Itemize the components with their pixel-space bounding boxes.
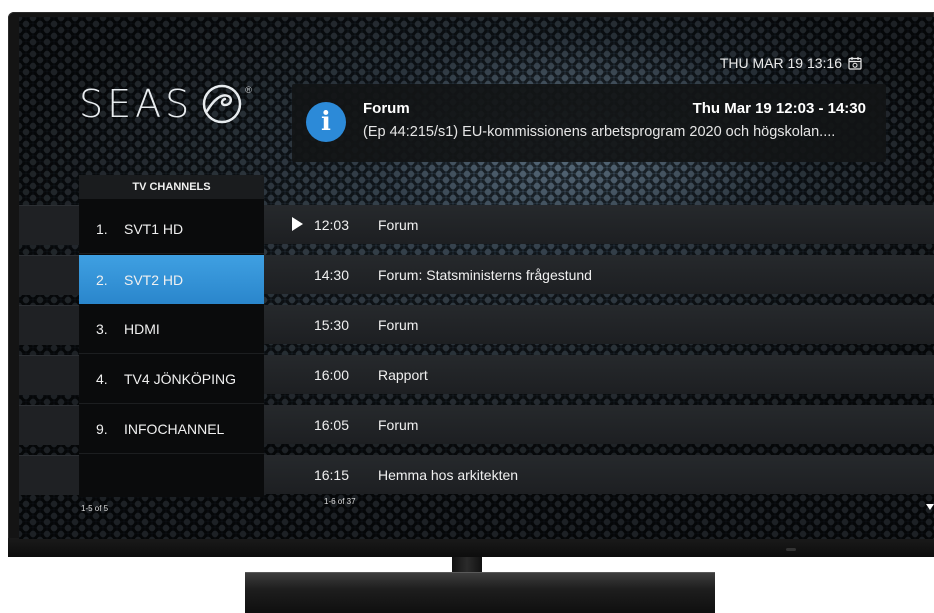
registered-mark: ® [245,85,252,95]
tv-screen: SEAS ® THU MAR 19 13:16 i Forum Thu Mar … [19,17,934,539]
row-stub [19,305,79,345]
info-icon: i [306,102,346,142]
row-stub [19,405,79,445]
info-program-title: Forum [363,100,410,117]
channel-number: 9. [96,421,108,437]
program-title: Rapport [378,367,428,383]
channel-name: TV4 JÖNKÖPING [124,371,237,387]
channel-item-tv4[interactable]: 4. TV4 JÖNKÖPING [79,355,264,404]
program-row[interactable]: 16:15 Hemma hos arkitekten [264,455,934,494]
clock-text: THU MAR 19 13:16 [719,55,842,71]
program-title: Forum [378,217,419,233]
program-time: 12:03 [313,217,350,233]
channel-item-infochannel[interactable]: 9. INFOCHANNEL [79,405,264,454]
row-stub [19,255,79,295]
tv-stand [245,572,715,613]
channel-number: 4. [96,371,108,387]
program-title: Forum [378,417,419,433]
logo-text: SEAS [79,82,194,126]
play-icon [292,217,303,231]
channel-item-hdmi[interactable]: 3. HDMI [79,305,264,354]
program-time: 15:30 [313,317,350,333]
channel-counter: 1-5 of 5 [81,504,109,513]
channel-name: SVT1 HD [124,221,184,237]
program-row[interactable]: 16:05 Forum [264,405,934,444]
program-time: 16:15 [313,467,350,483]
program-time: 14:30 [313,267,350,283]
calendar-icon [848,57,862,70]
row-stub [19,455,79,495]
channel-number: 1. [96,221,108,237]
program-title: Hemma hos arkitekten [378,467,519,483]
row-stub [19,205,79,245]
clock: THU MAR 19 13:16 [720,55,862,71]
program-title: Forum [378,317,419,333]
tv-power-led [786,548,796,551]
channel-list: 1. SVT1 HD 2. SVT2 HD 3. HDMI 4. TV4 JÖN… [79,199,264,497]
info-program-description: (Ep 44:215/s1) EU-kommissionens arbetspr… [363,124,836,140]
channel-item-svt1[interactable]: 1. SVT1 HD [79,205,264,254]
program-info-box: i Forum Thu Mar 19 12:03 - 14:30 (Ep 44:… [292,84,886,162]
wave-logo-icon [203,84,242,124]
seas-logo: SEAS ® [79,79,252,129]
program-row[interactable]: 15:30 Forum [264,305,934,344]
channels-header: TV CHANNELS [79,175,264,199]
row-stub [19,355,79,395]
program-time: 16:05 [313,417,350,433]
channel-name: HDMI [124,321,160,337]
channel-number: 3. [96,321,108,337]
scroll-down-icon[interactable] [926,504,934,510]
program-title: Forum: Statsministerns frågestund [378,267,592,283]
program-time: 16:00 [313,367,350,383]
channel-name: SVT2 HD [124,271,184,288]
program-row[interactable]: 14:30 Forum: Statsministerns frågestund [264,255,934,294]
channel-number: 2. [96,271,108,288]
program-row[interactable]: 12:03 Forum [264,205,934,244]
program-counter: 1-6 of 37 [324,497,356,506]
channel-name: INFOCHANNEL [124,421,225,437]
info-program-time: Thu Mar 19 12:03 - 14:30 [692,100,866,117]
channel-item-svt2[interactable]: 2. SVT2 HD [79,255,264,304]
program-row[interactable]: 16:00 Rapport [264,355,934,394]
